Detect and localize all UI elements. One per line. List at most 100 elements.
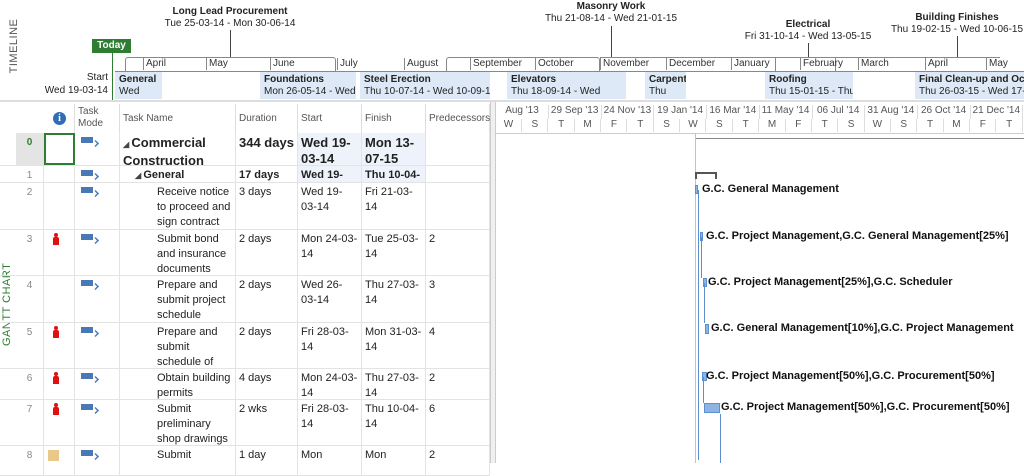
table-row[interactable]: 5 Prepare and submit schedule of 2 days … [0, 323, 490, 369]
table-row[interactable]: 6 Obtain building permits 4 days Mon 24-… [0, 369, 490, 400]
task-name-cell[interactable]: Obtain building permits [120, 369, 236, 399]
predecessors-cell[interactable]: 6 [426, 400, 490, 445]
resource-label: G.C. Project Management[50%],G.C. Procur… [721, 401, 1010, 413]
start-cell[interactable]: Fri 28-03-14 [298, 323, 362, 368]
start-cell[interactable]: Wed 19-03-1 [298, 166, 362, 182]
timeline-task-bar[interactable]: Final Clean-up and OccupThu 26-03-15 - W… [915, 72, 1024, 99]
task-name-cell[interactable]: Submit [120, 446, 236, 475]
task-bar[interactable] [704, 403, 720, 413]
indicators-header[interactable]: i [44, 104, 75, 133]
task-name-cell[interactable]: Receive notice to proceed and sign contr… [120, 183, 236, 229]
dependency-link [703, 377, 704, 403]
duration-cell[interactable]: 2 days [236, 230, 298, 275]
start-cell[interactable]: Wed 19-03-14 [298, 133, 362, 165]
timescale-minor: M [760, 119, 786, 132]
row-id: 1 [16, 166, 44, 182]
timescale-minor: S [707, 119, 733, 132]
finish-cell[interactable]: Thu 27-03-14 [362, 276, 426, 322]
predecessors-cell[interactable]: 2 [426, 230, 490, 275]
project-summary-bar[interactable] [696, 138, 1024, 139]
task-mode-header[interactable]: Task Mode [75, 104, 120, 133]
task-name-cell[interactable]: Prepare and submit project schedule [120, 276, 236, 322]
table-row[interactable]: 1 ◢ General Condition 17 days Wed 19-03-… [0, 166, 490, 183]
start-cell[interactable]: Mon 24-03-14 [298, 369, 362, 399]
task-name-cell[interactable]: Submit preliminary shop drawings [120, 400, 236, 445]
timeline-month: June [270, 58, 295, 70]
task-name-cell[interactable]: ◢ General Condition [120, 166, 236, 182]
timeline-task-bar[interactable]: General Wed [115, 72, 162, 99]
auto-scheduled-icon [81, 327, 93, 333]
dependency-link [701, 237, 702, 278]
gantt-pane[interactable]: Aug '13 29 Sep '13 24 Nov '13 19 Jan '14 16 … [496, 102, 1024, 463]
start-cell[interactable]: Wed 19-03-14 [298, 183, 362, 229]
task-name-cell[interactable]: Submit bond and insurance documents [120, 230, 236, 275]
task-bar[interactable] [705, 324, 709, 334]
callout-masonry: Masonry Work Thu 21-08-14 - Wed 21-01-15 [544, 1, 678, 24]
task-name-cell[interactable]: Prepare and submit schedule of [120, 323, 236, 368]
duration-cell[interactable]: 4 days [236, 369, 298, 399]
start-cell[interactable]: Fri 28-03-14 [298, 400, 362, 445]
timeline-month: July [337, 58, 358, 70]
timescale-minor: W [865, 119, 891, 132]
finish-cell[interactable]: Mon 31-03-14 [362, 323, 426, 368]
duration-cell[interactable]: 1 day [236, 446, 298, 475]
row-id: 7 [16, 400, 44, 445]
task-name-cell[interactable]: ◢ Commercial Construction [120, 133, 236, 165]
duration-cell[interactable]: 2 days [236, 276, 298, 322]
predecessors-cell[interactable]: 2 [426, 369, 490, 399]
timeline-task-bar[interactable]: Foundations Mon 26-05-14 - Wed [260, 72, 356, 99]
table-row[interactable]: 7 Submit preliminary shop drawings 2 wks… [0, 400, 490, 446]
auto-scheduled-icon [81, 373, 93, 379]
timeline-month: February [800, 58, 843, 70]
task-mode-cell [75, 323, 120, 368]
finish-cell[interactable]: Thu 27-03-14 [362, 369, 426, 399]
timeline-task-bar[interactable]: Elevators Thu 18-09-14 - Wed [507, 72, 626, 99]
duration-cell[interactable]: 2 wks [236, 400, 298, 445]
predecessors-cell[interactable] [426, 133, 490, 165]
dependency-link [720, 414, 721, 463]
task-name-header[interactable]: Task Name [120, 104, 236, 133]
finish-cell[interactable]: Mon [362, 446, 426, 475]
timeline-task-bar[interactable]: Roofing Thu 15-01-15 - Thu [765, 72, 853, 99]
table-row[interactable]: 3 Submit bond and insurance documents 2 … [0, 230, 490, 276]
predecessors-cell[interactable]: 2 [426, 446, 490, 475]
duration-cell[interactable]: 3 days [236, 183, 298, 229]
finish-cell[interactable]: Tue 25-03-14 [362, 230, 426, 275]
table-row[interactable]: 4 Prepare and submit project schedule 2 … [0, 276, 490, 323]
task-mode-cell [75, 133, 120, 165]
duration-cell[interactable]: 2 days [236, 323, 298, 368]
row-id: 4 [16, 276, 44, 322]
start-cell[interactable]: Mon 24-03-14 [298, 230, 362, 275]
timeline-pane[interactable]: Long Lead Procurement Tue 25-03-14 - Mon … [0, 0, 1024, 101]
row-id: 6 [16, 369, 44, 399]
summary-bar-general-conditions[interactable] [695, 172, 717, 179]
start-header[interactable]: Start [298, 104, 362, 133]
predecessors-cell[interactable]: 4 [426, 323, 490, 368]
dependency-link [698, 190, 699, 460]
table-row[interactable]: 2 Receive notice to proceed and sign con… [0, 183, 490, 230]
table-row[interactable]: 0 ◢ Commercial Construction 344 days Wed… [0, 133, 490, 166]
duration-cell[interactable]: 344 days [236, 133, 298, 165]
duration-cell[interactable]: 17 days [236, 166, 298, 182]
timescale-major: 16 Mar '14 [707, 105, 760, 119]
finish-cell[interactable]: Mon 13-07-15 [362, 133, 426, 165]
timeline-task-bar[interactable]: CarpentrThu [645, 72, 686, 99]
table-row[interactable]: 8 Submit 1 day Mon Mon 2 [0, 446, 490, 476]
timescale-minor: T [918, 119, 944, 132]
auto-scheduled-icon [81, 170, 93, 176]
predecessors-cell[interactable] [426, 183, 490, 229]
finish-cell[interactable]: Thu 10-04-14 [362, 166, 426, 182]
finish-header[interactable]: Finish [362, 104, 426, 133]
start-cell[interactable]: Mon [298, 446, 362, 475]
finish-cell[interactable]: Fri 21-03-14 [362, 183, 426, 229]
indicators-cell [44, 183, 75, 229]
predecessors-cell[interactable]: 3 [426, 276, 490, 322]
start-cell[interactable]: Wed 26-03-14 [298, 276, 362, 322]
predecessors-cell[interactable] [426, 166, 490, 182]
task-mode-cell [75, 166, 120, 182]
predecessors-header[interactable]: Predecessors [426, 104, 490, 133]
finish-cell[interactable]: Thu 10-04-14 [362, 400, 426, 445]
timeline-task-bar[interactable]: Steel Erection Thu 10-07-14 - Wed 10-09-1… [360, 72, 490, 99]
duration-header[interactable]: Duration [236, 104, 298, 133]
resource-label: G.C. General Management [702, 183, 839, 195]
